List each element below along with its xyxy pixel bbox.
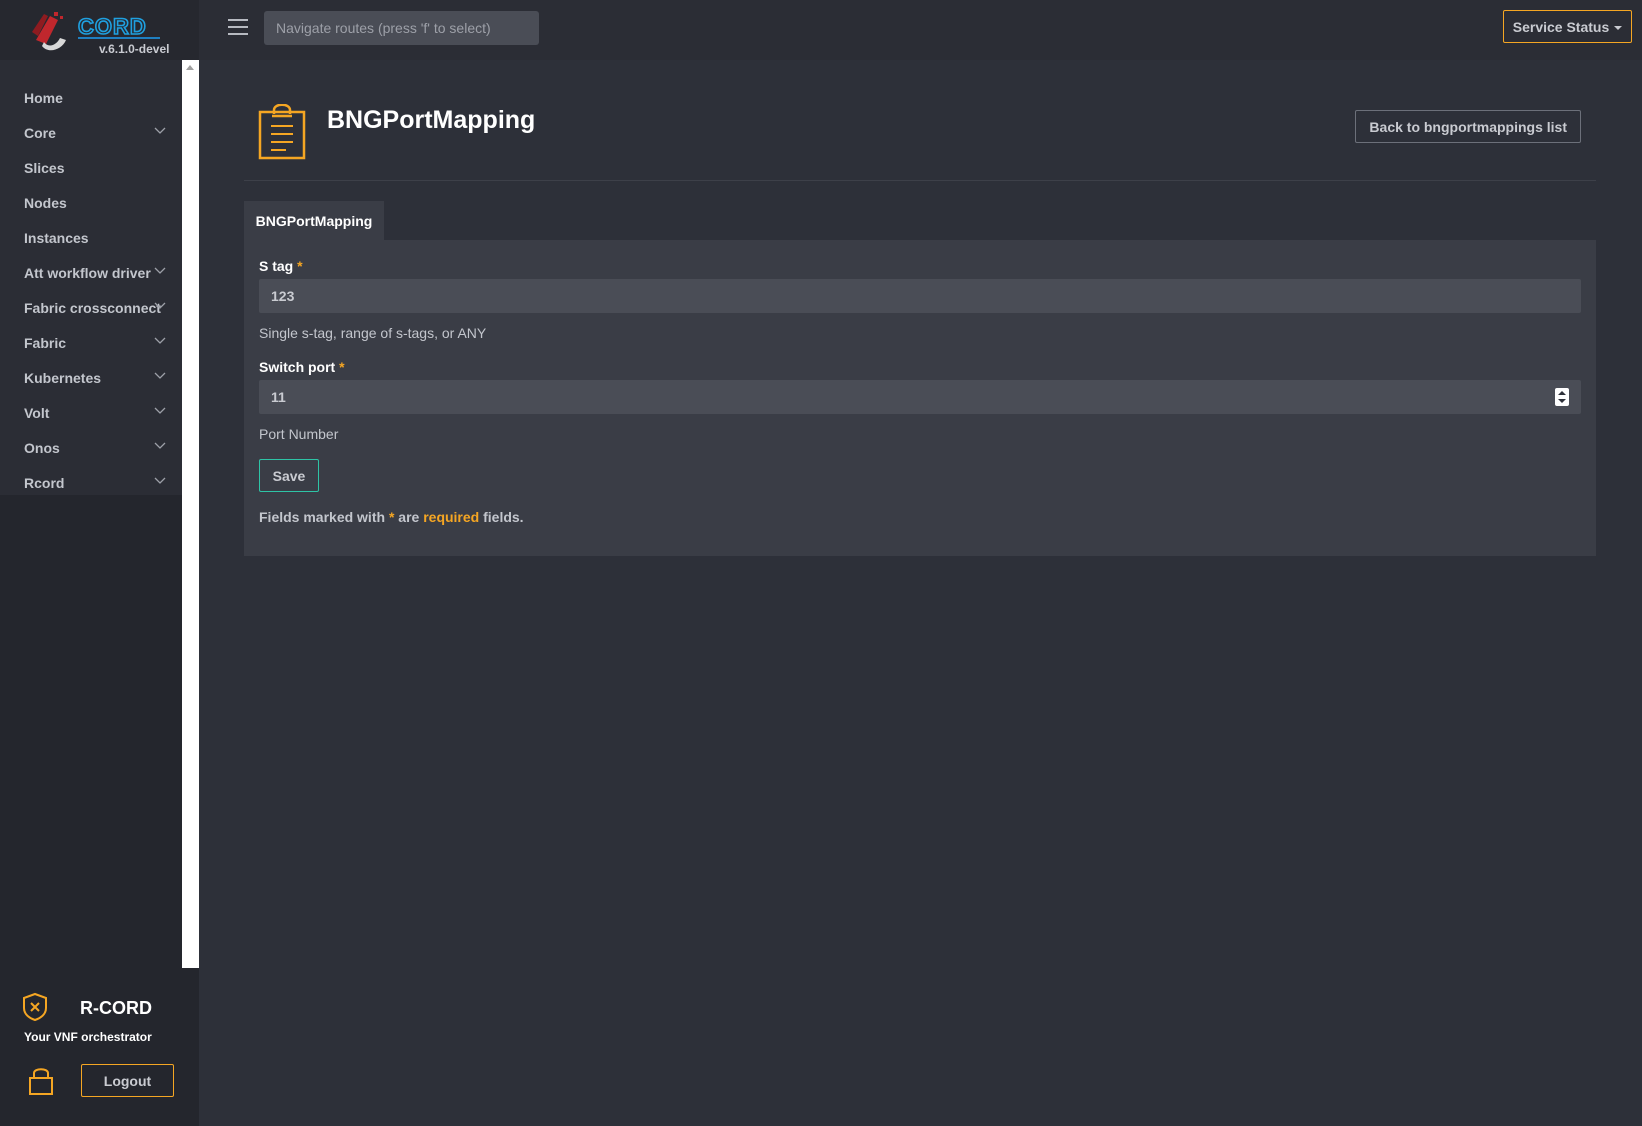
switch-port-help: Port Number bbox=[259, 426, 339, 442]
app-version: v.6.1.0-devel bbox=[99, 42, 170, 56]
sidebar-item-fabric-crossconnect[interactable]: Fabric crossconnect bbox=[0, 290, 182, 325]
sidebar-item-volt[interactable]: Volt bbox=[0, 395, 182, 430]
sidebar-item-onos[interactable]: Onos bbox=[0, 430, 182, 465]
sidebar-item-core[interactable]: Core bbox=[0, 115, 182, 150]
route-search-input[interactable] bbox=[264, 11, 539, 45]
sidebar-scrollbar[interactable] bbox=[182, 60, 199, 968]
spinner-down-icon[interactable] bbox=[1558, 399, 1566, 403]
sidebar-item-label: Core bbox=[24, 124, 56, 141]
svg-text:CORD: CORD bbox=[78, 14, 147, 39]
sidebar-item-label: Onos bbox=[24, 439, 60, 456]
cord-logo-icon bbox=[32, 12, 66, 51]
spinner-up-icon[interactable] bbox=[1558, 391, 1566, 395]
sidebar-item-rcord[interactable]: Rcord bbox=[0, 465, 182, 500]
caret-down-icon bbox=[1614, 25, 1623, 30]
sidebar-item-label: Home bbox=[24, 89, 63, 106]
chevron-down-icon bbox=[154, 302, 166, 309]
switch-port-input[interactable] bbox=[259, 380, 1581, 414]
chevron-down-icon bbox=[154, 477, 166, 484]
sidebar-item-label: Fabric bbox=[24, 334, 67, 351]
scroll-up-arrow-icon[interactable] bbox=[186, 65, 194, 70]
service-status-label: Service Status bbox=[1512, 18, 1610, 35]
clipboard-icon bbox=[258, 104, 306, 160]
number-spinner-icon[interactable] bbox=[1555, 388, 1569, 406]
sidebar-item-home[interactable]: Home bbox=[0, 80, 182, 115]
main-nav: Home Core Slices Nodes Instances Att workflow… bbox=[0, 60, 182, 495]
sidebar-item-label: Slices bbox=[24, 159, 65, 176]
sidebar-item-att-workflow-driver[interactable]: Att workflow driver bbox=[0, 255, 182, 290]
top-bar: Service Status bbox=[199, 0, 1642, 60]
save-button[interactable]: Save bbox=[259, 459, 319, 492]
chevron-down-icon bbox=[154, 442, 166, 449]
menu-toggle-icon[interactable] bbox=[228, 19, 248, 35]
s-tag-input[interactable] bbox=[259, 279, 1581, 313]
sidebar-item-nodes[interactable]: Nodes bbox=[0, 185, 182, 220]
page-title: BNGPortMapping bbox=[327, 106, 536, 134]
sidebar-item-label: Rcord bbox=[24, 474, 65, 491]
chevron-down-icon bbox=[154, 267, 166, 274]
form-panel: S tag * Single s-tag, range of s-tags, o… bbox=[244, 240, 1596, 556]
lock-icon bbox=[29, 1068, 53, 1095]
sidebar-item-label: Nodes bbox=[24, 194, 67, 211]
chevron-down-icon bbox=[154, 127, 166, 134]
sidebar-item-fabric[interactable]: Fabric bbox=[0, 325, 182, 360]
brand-tagline: Your VNF orchestrator bbox=[24, 1030, 152, 1044]
sidebar-item-label: Att workflow driver bbox=[24, 264, 151, 281]
chevron-down-icon bbox=[154, 372, 166, 379]
required-fields-note: Fields marked with * are required fields… bbox=[259, 509, 524, 525]
shield-x-icon bbox=[23, 992, 47, 1022]
sidebar: CORD v.6.1.0-devel Home Core Slices Nodes In… bbox=[0, 0, 199, 1126]
tab-bngportmapping[interactable]: BNGPortMapping bbox=[244, 201, 384, 240]
cord-wordmark: CORD bbox=[78, 14, 160, 40]
switch-port-label: Switch port * bbox=[259, 359, 345, 375]
service-status-dropdown[interactable]: Service Status bbox=[1503, 10, 1632, 43]
s-tag-label: S tag * bbox=[259, 258, 303, 274]
logout-button[interactable]: Logout bbox=[81, 1064, 174, 1097]
sidebar-item-instances[interactable]: Instances bbox=[0, 220, 182, 255]
back-to-list-button[interactable]: Back to bngportmappings list bbox=[1355, 110, 1581, 143]
sidebar-item-kubernetes[interactable]: Kubernetes bbox=[0, 360, 182, 395]
page-header: BNGPortMapping Back to bngportmappings l… bbox=[244, 96, 1596, 181]
required-star: * bbox=[339, 359, 345, 375]
brand-name: R-CORD bbox=[80, 998, 152, 1018]
logo-area: CORD v.6.1.0-devel bbox=[0, 0, 199, 60]
brand-area: R-CORD Your VNF orchestrator Logout bbox=[0, 980, 199, 1126]
required-star: * bbox=[297, 258, 303, 274]
sidebar-item-label: Fabric crossconnect bbox=[24, 299, 161, 316]
sidebar-item-slices[interactable]: Slices bbox=[0, 150, 182, 185]
sidebar-item-label: Instances bbox=[24, 229, 89, 246]
sidebar-item-label: Volt bbox=[24, 404, 50, 421]
chevron-down-icon bbox=[154, 337, 166, 344]
sidebar-item-label: Kubernetes bbox=[24, 369, 102, 386]
chevron-down-icon bbox=[154, 407, 166, 414]
s-tag-help: Single s-tag, range of s-tags, or ANY bbox=[259, 325, 487, 341]
